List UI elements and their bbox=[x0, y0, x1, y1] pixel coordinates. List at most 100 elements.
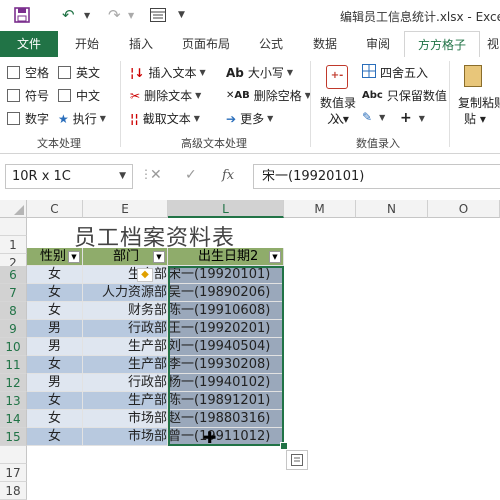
tab-review[interactable]: 审阅 bbox=[354, 31, 402, 57]
cell-birth-date[interactable]: 王一(19920201) bbox=[168, 320, 284, 338]
cell-department[interactable]: 人力资源部 bbox=[83, 284, 168, 302]
select-all-corner[interactable] bbox=[0, 200, 27, 218]
cell-birth-date[interactable]: 刘一(19940504) bbox=[168, 338, 284, 356]
tab-formulas[interactable]: 公式 bbox=[246, 31, 296, 57]
tab-home[interactable]: 开始 bbox=[62, 31, 112, 57]
cell-department[interactable]: 行政部 bbox=[83, 374, 168, 392]
tab-fangfang-gezi[interactable]: 方方格子 bbox=[404, 31, 480, 59]
cell-birth-date[interactable]: 曾一(19911012) bbox=[168, 428, 284, 446]
row-header-1[interactable]: 1 bbox=[0, 236, 27, 254]
undo-icon[interactable]: ↶ bbox=[62, 5, 75, 25]
filter-dropdown-icon[interactable]: ▼ bbox=[68, 251, 80, 263]
checkbox-box[interactable] bbox=[7, 89, 20, 102]
row-header[interactable] bbox=[0, 218, 27, 236]
checkbox-box[interactable] bbox=[7, 66, 20, 79]
checkbox-box[interactable] bbox=[58, 89, 71, 102]
column-header-l[interactable]: L bbox=[168, 200, 284, 218]
cell-gender[interactable]: 男 bbox=[27, 320, 83, 338]
column-header-e[interactable]: E bbox=[83, 200, 168, 218]
cell-department[interactable]: 生产部 bbox=[83, 392, 168, 410]
more-button[interactable]: ➔ 更多 ▼ bbox=[226, 110, 273, 127]
fill-handle[interactable] bbox=[280, 442, 288, 450]
undo-dropdown-icon[interactable]: ▼ bbox=[84, 5, 90, 25]
cell-gender[interactable]: 男 bbox=[27, 374, 83, 392]
row-header[interactable]: 9 bbox=[0, 320, 27, 338]
checkbox-english[interactable]: 英文 bbox=[58, 64, 100, 81]
row-header-18[interactable]: 18 bbox=[0, 482, 27, 500]
redo-icon[interactable]: ↷ bbox=[108, 5, 121, 25]
cell-gender[interactable]: 女 bbox=[27, 266, 83, 284]
row-header[interactable]: 15 bbox=[0, 428, 27, 446]
checkbox-box[interactable] bbox=[58, 66, 71, 79]
filter-dropdown-icon[interactable]: ▼ bbox=[153, 251, 165, 263]
delete-text-button[interactable]: ✂ 删除文本 ▼ bbox=[130, 87, 201, 104]
cell-birth-date[interactable]: 赵一(19880316) bbox=[168, 410, 284, 428]
cell-gender[interactable]: 女 bbox=[27, 392, 83, 410]
insert-text-button[interactable]: ¦↓ 插入文本 ▼ bbox=[130, 64, 206, 81]
row-header[interactable]: 14 bbox=[0, 410, 27, 428]
delete-spaces-button[interactable]: ✕AB 删除空格 ▼ bbox=[226, 87, 311, 104]
checkbox-box[interactable] bbox=[7, 112, 20, 125]
checkbox-symbol[interactable]: 符号 bbox=[7, 87, 49, 104]
redo-dropdown-icon[interactable]: ▼ bbox=[128, 5, 134, 25]
filter-dropdown-icon[interactable]: ▼ bbox=[269, 251, 281, 263]
tab-insert[interactable]: 插入 bbox=[116, 31, 166, 57]
cell-birth-date[interactable]: 杨一(19940102) bbox=[168, 374, 284, 392]
chevron-down-icon[interactable]: ▼ bbox=[119, 165, 126, 188]
cell-department[interactable]: 生产部 bbox=[83, 338, 168, 356]
column-header-n[interactable]: N bbox=[356, 200, 428, 218]
save-icon[interactable] bbox=[14, 5, 30, 25]
checkbox-space[interactable]: 空格 bbox=[7, 64, 49, 81]
cell-department[interactable]: 生产部 bbox=[83, 356, 168, 374]
cell-gender[interactable]: 女 bbox=[27, 302, 83, 320]
cell-birth-date[interactable]: 吴一(19890206) bbox=[168, 284, 284, 302]
keep-values-button[interactable]: Abc 只保留数值 bbox=[362, 87, 447, 104]
checkbox-number[interactable]: 数字 bbox=[7, 110, 49, 127]
quick-analysis-icon[interactable] bbox=[286, 450, 308, 470]
change-case-button[interactable]: Ab 大小写 ▼ bbox=[226, 64, 293, 81]
cell-gender[interactable]: 女 bbox=[27, 284, 83, 302]
header-cell-birth[interactable]: 出生日期2 ▼ bbox=[168, 248, 284, 266]
cell-department[interactable]: 生产部 bbox=[83, 266, 168, 284]
cell-birth-date[interactable]: 陈一(19910608) bbox=[168, 302, 284, 320]
column-header-o[interactable]: O bbox=[428, 200, 500, 218]
tab-view[interactable]: 视 bbox=[482, 31, 500, 57]
cell-gender[interactable]: 女 bbox=[27, 410, 83, 428]
fx-icon[interactable]: fx bbox=[222, 168, 234, 183]
row-header[interactable]: 12 bbox=[0, 374, 27, 392]
worksheet-grid[interactable]: C E L M N O 1 2 员工档案资料表 性别 ▼ 部门 ▼ 出生日期2 … bbox=[0, 200, 500, 500]
round-button[interactable]: 四舍五入 bbox=[362, 64, 428, 81]
add-button[interactable]: + ▼ bbox=[400, 110, 425, 126]
cancel-icon[interactable]: ✕ bbox=[150, 167, 162, 183]
cell-department[interactable]: 财务部 bbox=[83, 302, 168, 320]
cell-birth-date[interactable]: 宋一(19920101) bbox=[168, 266, 284, 284]
cell-department[interactable]: 市场部 bbox=[83, 428, 168, 446]
header-cell-dept[interactable]: 部门 ▼ bbox=[83, 248, 168, 266]
row-header-17[interactable]: 17 bbox=[0, 464, 27, 482]
tab-data[interactable]: 数据 bbox=[300, 31, 350, 57]
formula-input[interactable]: 宋一(19920101) bbox=[253, 164, 500, 189]
cell-department[interactable]: 行政部 bbox=[83, 320, 168, 338]
extract-text-button[interactable]: ¦¦ 截取文本 ▼ bbox=[130, 110, 200, 127]
cell-gender[interactable]: 男 bbox=[27, 338, 83, 356]
cell-birth-date[interactable]: 陈一(19891201) bbox=[168, 392, 284, 410]
enter-icon[interactable]: ✓ bbox=[185, 167, 197, 183]
customize-toolbar-icon[interactable]: ▼ bbox=[178, 5, 185, 25]
copy-paste-button[interactable]: 复制粘贴 贴 ▾ bbox=[456, 63, 500, 133]
row-header[interactable]: 11 bbox=[0, 356, 27, 374]
row-header[interactable]: 6 bbox=[0, 266, 27, 284]
row-header-16[interactable] bbox=[0, 446, 27, 464]
edit-dropdown-button[interactable]: ✎ ▼ bbox=[362, 110, 385, 124]
cell-gender[interactable]: 女 bbox=[27, 356, 83, 374]
cell-birth-date[interactable]: 李一(19930208) bbox=[168, 356, 284, 374]
cell-gender[interactable]: 女 bbox=[27, 428, 83, 446]
row-header[interactable]: 13 bbox=[0, 392, 27, 410]
row-header[interactable]: 7 bbox=[0, 284, 27, 302]
numeric-entry-button[interactable]: +- 数值录入 入 ▾ bbox=[318, 63, 358, 133]
column-header-c[interactable]: C bbox=[27, 200, 83, 218]
row-header[interactable]: 10 bbox=[0, 338, 27, 356]
name-box[interactable]: 10R x 1C ▼ bbox=[5, 164, 133, 189]
tab-page-layout[interactable]: 页面布局 bbox=[170, 31, 242, 57]
row-header[interactable]: 8 bbox=[0, 302, 27, 320]
tab-file[interactable]: 文件 bbox=[0, 31, 58, 57]
